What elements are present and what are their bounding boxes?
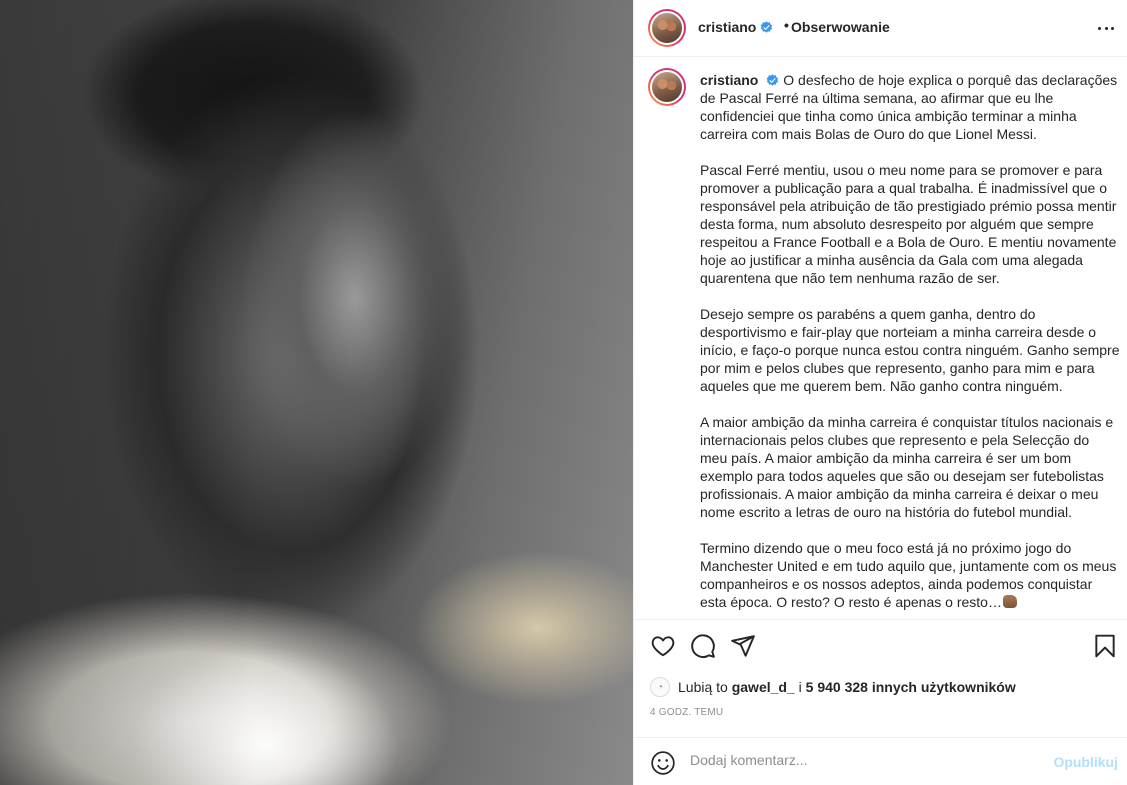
following-button[interactable]: Obserwowanie: [791, 19, 890, 35]
author-avatar[interactable]: [648, 9, 686, 47]
likes-count[interactable]: 5 940 328 innych użytkowników: [806, 679, 1016, 695]
likes-summary: ◔ Lubią to gawel_d_ i 5 940 328 innych u…: [650, 677, 1016, 697]
post-photo[interactable]: [0, 0, 633, 785]
comment-icon[interactable]: [690, 633, 716, 659]
author-username[interactable]: cristiano: [698, 19, 756, 35]
post-caption: cristiano O desfecho de hoje explica o p…: [700, 71, 1120, 619]
post-header: cristiano • Obserwowanie: [634, 0, 1127, 57]
liker-username[interactable]: gawel_d_: [732, 679, 795, 695]
publish-comment-button[interactable]: Opublikuj: [1053, 754, 1118, 770]
follow-separator: •: [784, 17, 789, 33]
likes-prefix: Lubią to: [678, 679, 728, 695]
caption-avatar-image: [650, 70, 684, 104]
liker-avatar[interactable]: ◔: [650, 677, 670, 697]
comment-bar: Opublikuj: [634, 737, 1127, 785]
comment-input[interactable]: [690, 752, 1030, 768]
author-username-row: cristiano: [698, 19, 773, 35]
heart-icon[interactable]: [650, 633, 676, 659]
caption-paragraph: cristiano O desfecho de hoje explica o p…: [700, 71, 1120, 143]
bookmark-icon[interactable]: [1092, 633, 1118, 659]
caption-text-4: A maior ambição da minha carreira é conq…: [700, 414, 1114, 520]
caption-paragraph-5: Termino dizendo que o meu foco está já n…: [700, 539, 1120, 611]
post-timestamp[interactable]: 4 GODZ. TEMU: [650, 707, 723, 718]
caption-author-avatar[interactable]: [648, 68, 686, 106]
verified-badge-icon: [766, 74, 779, 86]
post-side-panel: cristiano • Obserwowanie cristiano O des…: [633, 0, 1127, 785]
caption-scroll-area[interactable]: cristiano O desfecho de hoje explica o p…: [634, 58, 1127, 620]
likes-joiner: i: [798, 679, 802, 695]
caption-text-5: Termino dizendo que o meu foco está já n…: [700, 540, 1117, 610]
caption-text-2: Pascal Ferré mentiu, usou o meu nome par…: [700, 162, 1117, 286]
share-icon[interactable]: [730, 633, 756, 659]
post-actions-bar: [634, 628, 1127, 664]
more-options-icon[interactable]: [1098, 20, 1114, 36]
fist-emoji-icon: [1002, 595, 1017, 608]
caption-text-3: Desejo sempre os parabéns a quem ganha, …: [700, 306, 1120, 394]
verified-badge-icon: [760, 20, 773, 33]
smiley-icon[interactable]: [650, 750, 676, 776]
photo-shade: [0, 0, 633, 785]
author-avatar-image: [650, 11, 684, 45]
caption-text-1: O desfecho de hoje explica o porquê das …: [700, 72, 1118, 142]
caption-username[interactable]: cristiano: [700, 72, 758, 88]
